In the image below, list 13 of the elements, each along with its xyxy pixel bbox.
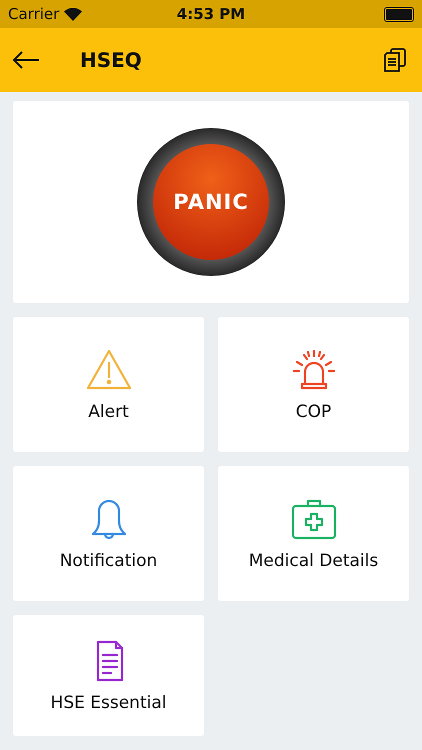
menu-tile[interactable]: Medical Details — [218, 466, 409, 601]
wifi-icon — [64, 8, 82, 20]
page-title: HSEQ — [80, 48, 142, 72]
menu-tile[interactable]: COP — [218, 317, 409, 452]
panic-button[interactable]: PANIC — [153, 144, 269, 260]
battery-icon — [384, 6, 414, 22]
documents-button[interactable] — [382, 47, 408, 73]
carrier-label: Carrier — [8, 5, 60, 23]
clock-time: 4:53 PM — [176, 5, 246, 23]
menu-tile[interactable]: Notification — [13, 466, 204, 601]
back-button[interactable] — [12, 50, 40, 70]
menu-tile[interactable]: HSE Essential — [13, 615, 204, 736]
menu-tile[interactable]: Alert — [13, 317, 204, 452]
